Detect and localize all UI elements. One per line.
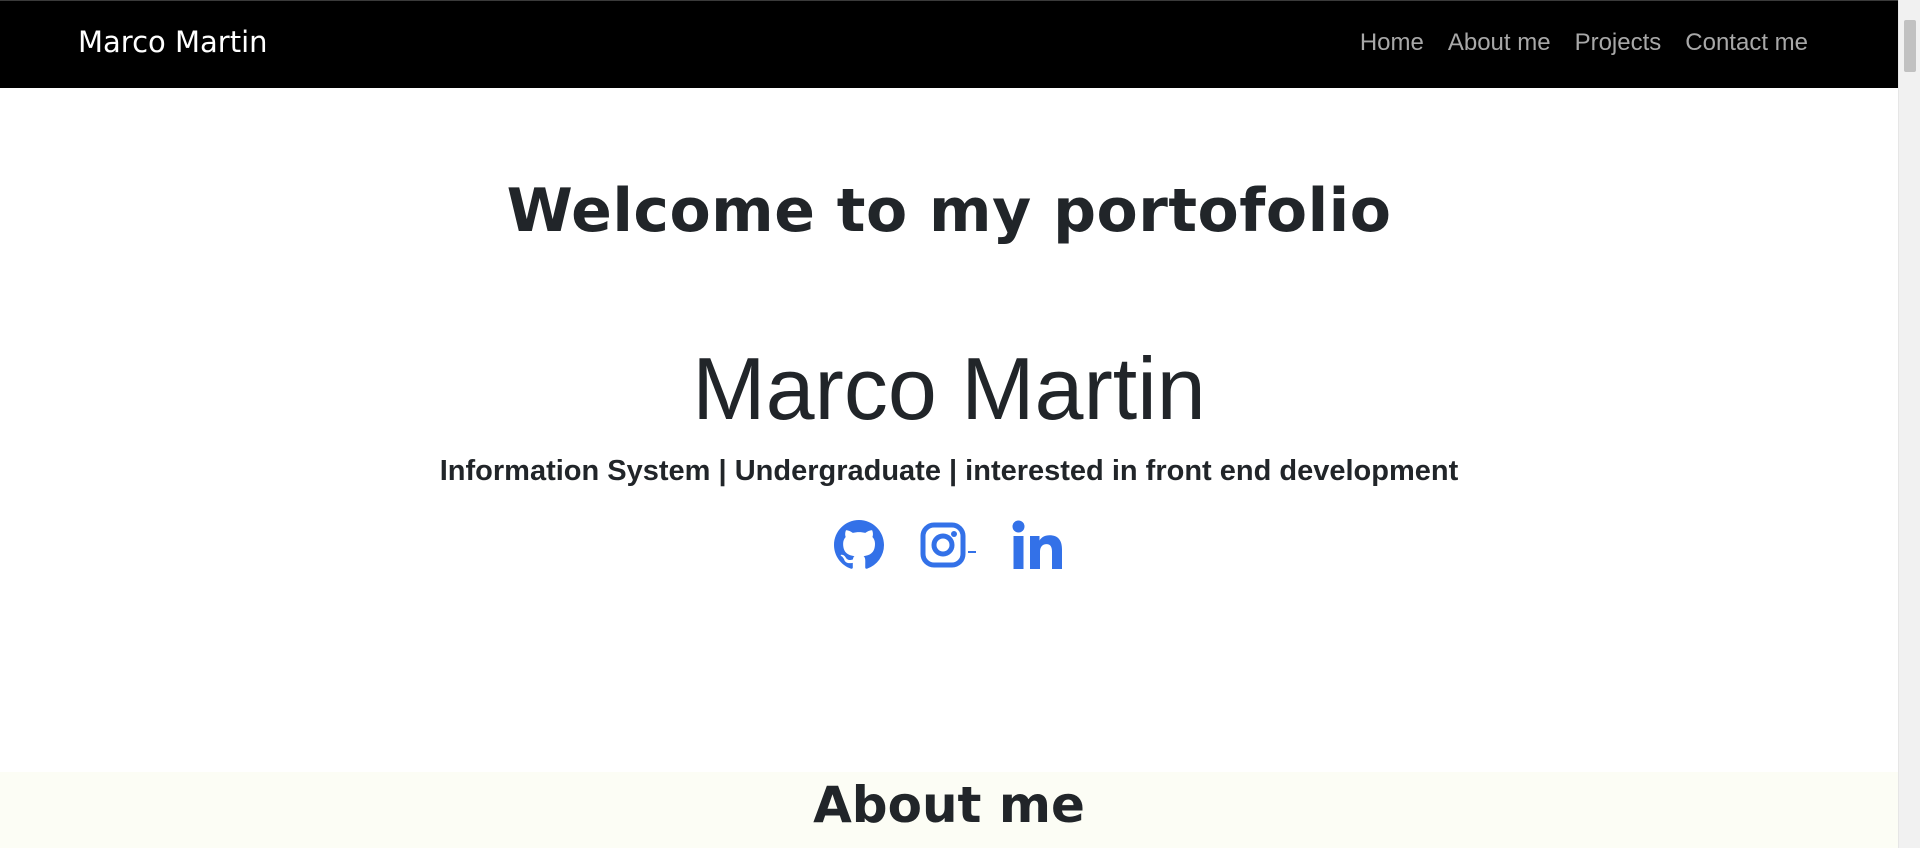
linkedin-link[interactable] (1012, 520, 1064, 570)
page-scrollbar[interactable] (1898, 0, 1920, 848)
hero-name: Marco Martin (692, 339, 1206, 438)
scrollbar-thumb[interactable] (1904, 20, 1916, 72)
nav-link-home[interactable]: Home (1360, 29, 1424, 57)
page-viewport: Marco Martin Home About me Projects Cont… (0, 0, 1898, 848)
instagram-underline (968, 551, 976, 553)
social-links (0, 520, 1898, 570)
instagram-link[interactable] (920, 522, 976, 568)
github-icon (834, 520, 884, 569)
nav-link-about-me[interactable]: About me (1448, 29, 1551, 57)
linkedin-icon (1012, 520, 1062, 569)
github-link[interactable] (834, 520, 884, 570)
nav-link-contact-me[interactable]: Contact me (1685, 29, 1808, 57)
navbar: Marco Martin Home About me Projects Cont… (0, 0, 1898, 88)
nav-links: Home About me Projects Contact me (1360, 29, 1808, 57)
about-title: About me (813, 776, 1085, 834)
instagram-icon (920, 522, 966, 568)
navbar-brand[interactable]: Marco Martin (78, 25, 268, 59)
hero-subtitle: Information System | Undergraduate | int… (439, 455, 1459, 487)
nav-link-projects[interactable]: Projects (1575, 29, 1662, 57)
hero-title: Welcome to my portofolio (506, 176, 1392, 246)
